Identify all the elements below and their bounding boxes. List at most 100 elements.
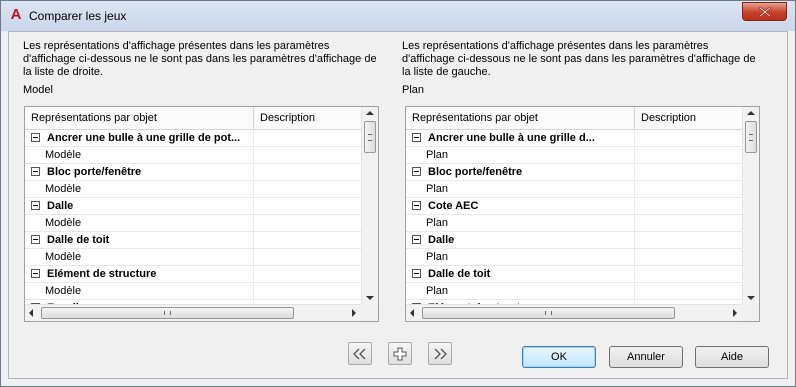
right-grid-header: Représentations par objet Description [406,107,757,130]
cancel-button[interactable]: Annuler [609,346,683,368]
left-grid-header: Représentations par objet Description [25,107,376,130]
row-label: Dalle de toit [406,266,635,282]
row-text: Modèle [45,285,82,297]
group-row[interactable]: Dalle de toit [406,266,757,283]
child-row[interactable]: Modèle [25,283,376,300]
child-row[interactable]: Modèle [25,181,376,198]
row-text: Cote AEC [428,200,479,212]
scroll-down-icon[interactable] [747,296,755,300]
row-label: Modèle [25,249,254,265]
row-text: Ancrer une bulle à une grille de pot... [47,132,241,144]
right-grid[interactable]: Représentations par objet Description An… [405,106,760,322]
row-label: Bloc porte/fenêtre [25,164,254,180]
row-text: Elément de structure [47,268,157,280]
row-text: Modèle [45,183,82,195]
scroll-left-icon[interactable] [29,309,33,317]
scroll-down-icon[interactable] [366,296,374,300]
row-text: Modèle [45,217,82,229]
group-row[interactable]: Dalle [406,232,757,249]
column-header-objects[interactable]: Représentations par objet [25,107,254,129]
child-row[interactable]: Plan [406,215,757,232]
row-label: Ancrer une bulle à une grille d... [406,130,635,146]
group-row[interactable]: Cote AEC [406,198,757,215]
row-text: Bloc porte/fenêtre [47,166,142,178]
row-label: Cote AEC [406,198,635,214]
row-label: Plan [406,215,635,231]
add-button[interactable] [388,342,412,365]
column-header-description[interactable]: Description [254,107,376,129]
row-label: Ancrer une bulle à une grille de pot... [25,130,254,146]
child-row[interactable]: Modèle [25,215,376,232]
left-vertical-scrollbar[interactable] [361,107,378,304]
group-row[interactable]: Ancrer une bulle à une grille de pot... [25,130,376,147]
right-horizontal-scrollbar[interactable] [406,304,759,321]
scroll-right-icon[interactable] [352,309,356,317]
double-chevron-right-icon [434,348,447,359]
column-header-objects[interactable]: Représentations par objet [406,107,635,129]
dialog-title: Comparer les jeux [29,9,127,23]
help-button[interactable]: Aide [695,346,769,368]
row-text: Bloc porte/fenêtre [428,166,523,178]
scroll-left-icon[interactable] [410,309,414,317]
right-set-name: Plan [402,84,425,96]
group-row[interactable]: Bloc porte/fenêtre [25,164,376,181]
scroll-right-icon[interactable] [733,309,737,317]
row-label: Modèle [25,283,254,299]
title-bar: A Comparer les jeux [1,1,795,31]
scroll-up-icon[interactable] [366,111,374,115]
left-horizontal-scrollbar[interactable] [25,304,378,321]
right-vertical-scrollbar[interactable] [742,107,759,304]
row-label: Bloc porte/fenêtre [406,164,635,180]
scroll-corner [361,304,378,321]
row-text: Plan [426,217,449,229]
column-header-description[interactable]: Description [635,107,757,129]
scroll-thumb[interactable] [422,307,675,319]
group-row[interactable]: Ancrer une bulle à une grille d... [406,130,757,147]
row-label: Dalle [406,232,635,248]
left-rows: Ancrer une bulle à une grille de pot... M… [25,130,376,317]
row-text: Dalle de toit [428,268,491,280]
row-text: Dalle de toit [47,234,110,246]
child-row[interactable]: Plan [406,147,757,164]
plus-icon [393,347,407,360]
ok-button[interactable]: OK [522,346,596,368]
row-label: Elément de structure [25,266,254,282]
move-left-button[interactable] [348,342,372,365]
left-grid[interactable]: Représentations par objet Description An… [24,106,379,322]
row-text: Ancrer une bulle à une grille d... [428,132,595,144]
row-text: Plan [426,285,449,297]
group-row[interactable]: Dalle de toit [25,232,376,249]
autocad-icon: A [10,6,22,23]
child-row[interactable]: Modèle [25,147,376,164]
child-row[interactable]: Plan [406,181,757,198]
row-label: Dalle de toit [25,232,254,248]
row-text: Plan [426,251,449,263]
row-label: Plan [406,181,635,197]
row-text: Modèle [45,149,82,161]
double-chevron-left-icon [353,348,366,359]
row-label: Plan [406,249,635,265]
compare-sets-dialog: A Comparer les jeux Les représentations … [0,0,796,387]
scroll-thumb[interactable] [364,121,376,153]
scroll-thumb[interactable] [41,307,294,319]
child-row[interactable]: Plan [406,283,757,300]
row-text: Dalle [428,234,455,246]
close-icon [759,7,771,17]
right-description: Les représentations d'affichage présente… [402,40,756,78]
scroll-up-icon[interactable] [747,111,755,115]
row-label: Modèle [25,181,254,197]
right-rows: Ancrer une bulle à une grille d... Plan Bl… [406,130,757,317]
group-row[interactable]: Bloc porte/fenêtre [406,164,757,181]
row-text: Modèle [45,251,82,263]
group-row[interactable]: Elément de structure [25,266,376,283]
left-description: Les représentations d'affichage présente… [23,40,377,78]
dialog-body: Les représentations d'affichage présente… [8,31,788,379]
row-text: Plan [426,183,449,195]
child-row[interactable]: Modèle [25,249,376,266]
group-row[interactable]: Dalle [25,198,376,215]
close-button[interactable] [742,2,787,21]
child-row[interactable]: Plan [406,249,757,266]
row-label: Plan [406,283,635,299]
scroll-thumb[interactable] [745,121,757,153]
move-right-button[interactable] [428,342,452,365]
